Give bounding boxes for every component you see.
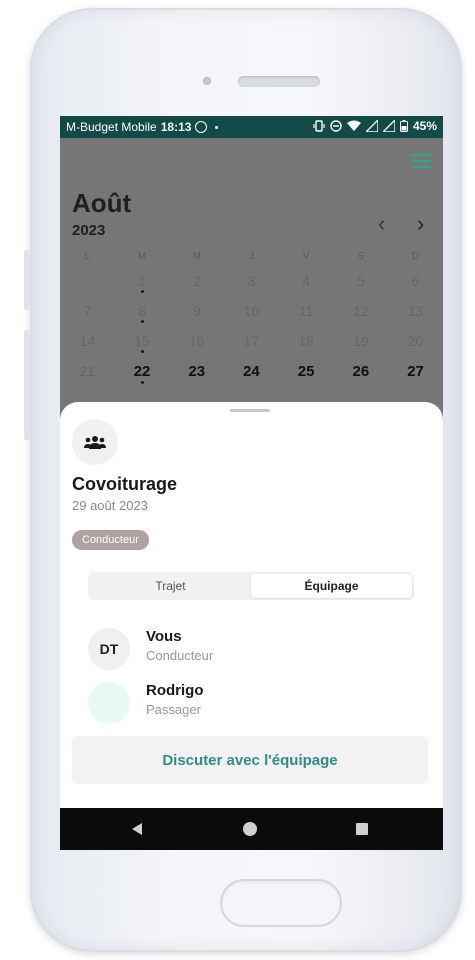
- tab-bar: Trajet Équipage: [88, 572, 414, 600]
- member-role: Passager: [146, 702, 201, 717]
- calendar-day[interactable]: 18: [279, 333, 334, 349]
- side-button[interactable]: [24, 330, 31, 440]
- trip-detail-sheet: Covoiturage 29 août 2023 Conducteur Traj…: [60, 402, 443, 808]
- calendar-day[interactable]: 16: [169, 333, 224, 349]
- calendar-day[interactable]: 15: [115, 333, 170, 353]
- signal-icon: [365, 120, 378, 132]
- calendar-day[interactable]: 14: [60, 333, 115, 349]
- calendar-day[interactable]: 4: [279, 273, 334, 289]
- member-role: Conducteur: [146, 648, 214, 663]
- do-not-disturb-icon: [330, 120, 342, 132]
- weekday-label: L: [84, 251, 91, 262]
- calendar-day[interactable]: 5: [334, 273, 389, 289]
- front-camera: [203, 77, 211, 85]
- calendar-day[interactable]: 12: [334, 303, 389, 319]
- weekday-label: M: [137, 251, 147, 262]
- calendar-day[interactable]: 13: [388, 303, 443, 319]
- tab-trajet[interactable]: Trajet: [90, 574, 251, 598]
- earpiece-speaker: [238, 76, 320, 87]
- month-title: Août: [72, 188, 132, 218]
- calendar-grid: L M M J V S D 1 2 3 4 5 6 7 8 9 10 11 12…: [60, 251, 443, 393]
- calendar-day[interactable]: 23: [169, 363, 224, 380]
- home-button[interactable]: [220, 879, 342, 927]
- weekday-label: M: [192, 251, 201, 262]
- avatar: [88, 682, 130, 724]
- calendar-day[interactable]: 3: [224, 273, 279, 289]
- event-dot-icon: [140, 290, 144, 293]
- event-dot-icon: [140, 350, 144, 353]
- weekday-label: V: [302, 251, 310, 262]
- recent-apps-icon[interactable]: [356, 823, 368, 835]
- signal-icon-2: [382, 120, 395, 132]
- calendar-day[interactable]: 25: [279, 363, 334, 380]
- calendar-day[interactable]: 20: [388, 333, 443, 349]
- calendar-week: 7 8 9 10 11 12 13: [60, 303, 443, 333]
- calendar-day[interactable]: 9: [169, 303, 224, 319]
- trip-date: 29 août 2023: [72, 498, 148, 513]
- clock: 18:13: [160, 120, 192, 134]
- avatar: DT: [88, 628, 130, 670]
- calendar-day[interactable]: 22: [115, 363, 170, 384]
- weekday-label: D: [411, 251, 420, 262]
- weekday-label: S: [357, 251, 365, 262]
- sheet-drag-handle[interactable]: [230, 409, 270, 412]
- calendar-day[interactable]: 26: [334, 363, 389, 380]
- year-label: 2023: [72, 222, 106, 239]
- chat-with-crew-button[interactable]: Discuter avec l'équipage: [72, 736, 428, 784]
- member-name: Vous: [146, 628, 182, 645]
- calendar-day[interactable]: 11: [279, 303, 334, 319]
- list-view-icon[interactable]: [411, 153, 431, 169]
- calendar-week: 1 2 3 4 5 6: [60, 273, 443, 303]
- status-bar: M-Budget Mobile 18:13 45%: [60, 116, 443, 138]
- android-nav-bar: [60, 808, 443, 850]
- role-badge: Conducteur: [72, 530, 149, 550]
- crew-member[interactable]: Rodrigo Passager: [88, 678, 418, 724]
- calendar-day[interactable]: 8: [115, 303, 170, 323]
- vibrate-icon: [313, 120, 325, 132]
- app-screen: M-Budget Mobile 18:13 45% Août 2023 ‹ › …: [60, 116, 443, 850]
- calendar-day[interactable]: 21: [60, 363, 115, 379]
- calendar-day[interactable]: 27: [388, 363, 443, 380]
- calendar-day[interactable]: 17: [224, 333, 279, 349]
- member-name: Rodrigo: [146, 682, 204, 699]
- battery-icon: [399, 120, 408, 132]
- crew-member[interactable]: DT Vous Conducteur: [88, 624, 418, 670]
- calendar-day[interactable]: 1: [115, 273, 170, 293]
- home-icon[interactable]: [243, 822, 257, 836]
- group-icon: [72, 419, 118, 465]
- tab-equipage[interactable]: Équipage: [251, 574, 412, 598]
- notification-dot-icon: [215, 125, 219, 129]
- calendar-week: 14 15 16 17 18 19 20: [60, 333, 443, 363]
- previous-month-icon[interactable]: ‹: [378, 211, 385, 237]
- weekday-label: J: [248, 251, 254, 262]
- wifi-icon: [346, 120, 361, 131]
- weekday-header: L M M J V S D: [60, 251, 443, 267]
- calendar-day[interactable]: 6: [388, 273, 443, 289]
- calendar-day[interactable]: 24: [224, 363, 279, 380]
- calendar-day[interactable]: 2: [169, 273, 224, 289]
- whatsapp-icon: [195, 121, 208, 133]
- battery-percentage: 45%: [412, 119, 437, 133]
- calendar-week: 21 22 23 24 25 26 27: [60, 363, 443, 393]
- calendar-day[interactable]: 19: [334, 333, 389, 349]
- calendar-day[interactable]: 10: [224, 303, 279, 319]
- event-dot-icon: [140, 381, 144, 384]
- event-dot-icon: [140, 320, 144, 323]
- volume-button[interactable]: [24, 250, 31, 310]
- calendar-day[interactable]: 7: [60, 303, 115, 319]
- carrier-label: M-Budget Mobile: [66, 120, 157, 134]
- back-icon[interactable]: [132, 823, 142, 835]
- next-month-icon[interactable]: ›: [417, 211, 424, 237]
- trip-title: Covoiturage: [72, 474, 178, 494]
